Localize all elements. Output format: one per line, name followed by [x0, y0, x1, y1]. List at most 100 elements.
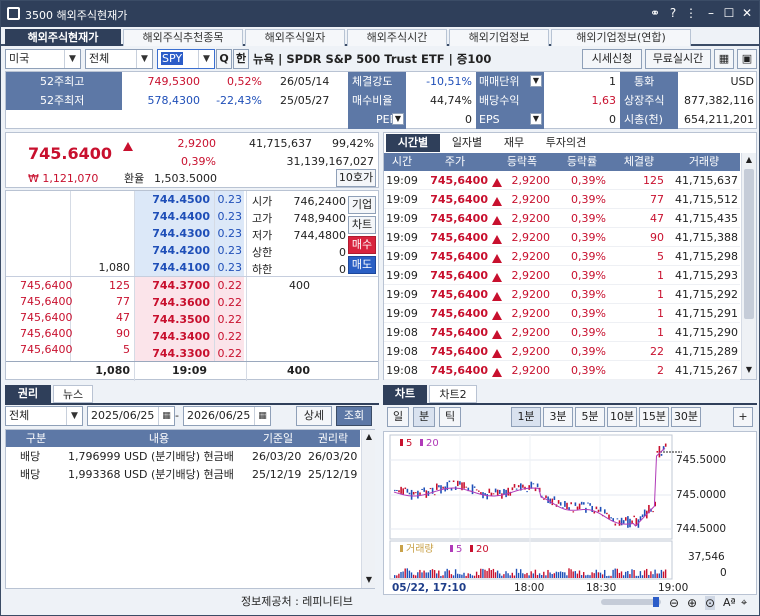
tick-row[interactable]: 19:08 745,6400 2,9200 0,39% 2 41,715,267: [384, 361, 740, 380]
volume-bar: [568, 568, 570, 578]
tick-row[interactable]: 19:08 745,6400 2,9200 0,39% 22 41,715,289: [384, 342, 740, 361]
link-icon[interactable]: ⚭: [647, 5, 663, 21]
chart-scroll-slider[interactable]: [601, 597, 661, 607]
volume-bar: [429, 570, 432, 578]
tab-daily-tick[interactable]: 일자별: [442, 134, 492, 152]
col-content: 내용: [148, 432, 170, 445]
scroll-up-icon[interactable]: ▲: [742, 153, 756, 167]
period-tick-button[interactable]: 틱: [439, 407, 461, 427]
tab-rights[interactable]: 권리: [5, 385, 51, 403]
tick-row[interactable]: 19:09 745,6400 2,9200 0,39% 1 41,715,291: [384, 304, 740, 323]
help-icon[interactable]: ?: [665, 5, 681, 21]
interval-1m-button[interactable]: 1분: [511, 407, 541, 427]
rights-row[interactable]: 배당 1,993368 USD (분기배당) 현금배 25/12/19 25/12/1…: [6, 466, 360, 484]
tab-company-yonhap[interactable]: 해외기업정보(연합): [551, 29, 691, 46]
more-icon[interactable]: ⋮: [683, 5, 699, 21]
sell-button[interactable]: 매도: [348, 256, 376, 274]
tab-recommend[interactable]: 해외주식추천종목: [123, 29, 243, 46]
chart-panel: 차트 차트2 일 분 틱 1분 3분 5분 10분 15분 30분 + 5 20…: [383, 385, 757, 613]
tick-row[interactable]: 19:09 745,6400 2,9200 0,39% 5 41,715,298: [384, 247, 740, 266]
tick-row[interactable]: 19:09 745,6400 2,9200 0,39% 90 41,715,388: [384, 228, 740, 247]
minimize-icon[interactable]: –: [703, 5, 719, 21]
tab-chart2[interactable]: 차트2: [429, 385, 477, 403]
scroll-thumb[interactable]: [744, 169, 754, 319]
market-select[interactable]: 전체 ▼: [85, 49, 153, 69]
volume-bar: [599, 572, 602, 578]
add-indicator-button[interactable]: +: [733, 407, 753, 427]
buy-button[interactable]: 매수: [348, 236, 376, 254]
search-icon[interactable]: Q: [216, 49, 232, 69]
tab-overseas-quote[interactable]: 해외주식현재가: [5, 29, 121, 46]
tick-row[interactable]: 19:09 745,6400 2,9200 0,39% 77 41,715,512: [384, 190, 740, 209]
interval-3m-button[interactable]: 3분: [543, 407, 573, 427]
grid-icon[interactable]: ▣: [737, 49, 757, 69]
candle: [641, 514, 644, 518]
rights-base: 26/03/20: [252, 450, 302, 463]
slider-thumb[interactable]: [653, 597, 659, 607]
ask-price: 744.4300: [152, 227, 210, 240]
shares-label: 상장주식: [624, 94, 665, 107]
stat-label: 저가: [252, 229, 273, 242]
maximize-icon[interactable]: ☐: [721, 5, 737, 21]
tab-chart[interactable]: 차트: [383, 385, 427, 403]
volume-bar: [412, 574, 415, 578]
company-button[interactable]: 기업: [348, 196, 376, 214]
tick-row[interactable]: 19:08 745,6400 2,9200 0,39% 1 41,715,290: [384, 323, 740, 342]
from-date-input[interactable]: 2025/06/25 ▦: [87, 406, 175, 426]
scroll-down-icon[interactable]: ▼: [362, 573, 376, 587]
interval-30m-button[interactable]: 30분: [671, 407, 701, 427]
tab-daily[interactable]: 해외주식일자: [245, 29, 345, 46]
country-select[interactable]: 미국 ▼: [5, 49, 81, 69]
stat-value: 748,9400: [293, 212, 347, 225]
tab-time[interactable]: 해외주식시간: [347, 29, 447, 46]
volume-bar: [610, 575, 612, 578]
tick-qty: 2: [657, 364, 664, 377]
tab-hourly[interactable]: 시간별: [386, 134, 440, 152]
calendar-icon: ▦: [254, 407, 270, 425]
candle: [610, 517, 612, 519]
chevron-down-icon[interactable]: ▼: [530, 75, 542, 87]
period-minute-button[interactable]: 분: [413, 407, 435, 427]
chart-button[interactable]: 차트: [348, 216, 376, 234]
tab-finance[interactable]: 재무: [494, 134, 534, 152]
x-label-1: 05/22, 17:10: [392, 582, 466, 594]
interval-15m-button[interactable]: 15분: [639, 407, 669, 427]
tab-company[interactable]: 해외기업정보: [449, 29, 549, 46]
tick-scrollbar[interactable]: ▲ ▼: [741, 153, 756, 379]
chevron-down-icon[interactable]: ▼: [392, 113, 404, 125]
quote-request-button[interactable]: 시세신청: [582, 49, 642, 69]
search-button[interactable]: 조회: [336, 406, 372, 426]
free-realtime-button[interactable]: 무료실시간: [645, 49, 711, 69]
period-day-button[interactable]: 일: [387, 407, 409, 427]
volume-bar: [572, 571, 574, 578]
tick-row[interactable]: 19:09 745,6400 2,9200 0,39% 125 41,715,637: [384, 171, 740, 190]
scroll-up-icon[interactable]: ▲: [362, 430, 376, 444]
zoom-in-icon[interactable]: ⊕: [687, 596, 697, 610]
to-date-input[interactable]: 2026/06/25 ▦: [183, 406, 271, 426]
rights-scrollbar[interactable]: ▲ ▼: [361, 430, 375, 588]
zoom-fit-icon[interactable]: ⊙: [705, 596, 716, 610]
text-zoom-icon[interactable]: Aª: [723, 596, 736, 609]
chevron-down-icon[interactable]: ▼: [530, 113, 542, 125]
tick-row[interactable]: 19:09 745,6400 2,9200 0,39% 1 41,715,292: [384, 285, 740, 304]
crosshair-icon[interactable]: ⌖: [741, 596, 747, 610]
tick-row[interactable]: 19:09 745,6400 2,9200 0,39% 1 41,715,293: [384, 266, 740, 285]
close-icon[interactable]: ✕: [739, 5, 755, 21]
rights-row[interactable]: 배당 1,796999 USD (분기배당) 현금배 26/03/20 26/03/2…: [6, 448, 360, 466]
volume-bar: [601, 574, 604, 578]
tick-row[interactable]: 19:09 745,6400 2,9200 0,39% 47 41,715,435: [384, 209, 740, 228]
hoga-10-button[interactable]: 10호가: [336, 169, 376, 187]
ma5-legend: 5: [406, 438, 412, 449]
tab-news[interactable]: 뉴스: [53, 385, 93, 403]
symbol-input[interactable]: SPY ▼: [157, 49, 215, 69]
korean-name-button[interactable]: 한: [233, 49, 249, 69]
layout-icon[interactable]: ▦: [714, 49, 734, 69]
price-change: 2,9200: [177, 137, 217, 150]
scroll-down-icon[interactable]: ▼: [742, 363, 756, 377]
zoom-out-icon[interactable]: ⊖: [669, 596, 679, 610]
rights-filter-select[interactable]: 전체 ▼: [5, 406, 83, 426]
interval-10m-button[interactable]: 10분: [607, 407, 637, 427]
tab-opinion[interactable]: 투자의견: [536, 134, 596, 152]
detail-button[interactable]: 상세: [296, 406, 332, 426]
interval-5m-button[interactable]: 5분: [575, 407, 605, 427]
